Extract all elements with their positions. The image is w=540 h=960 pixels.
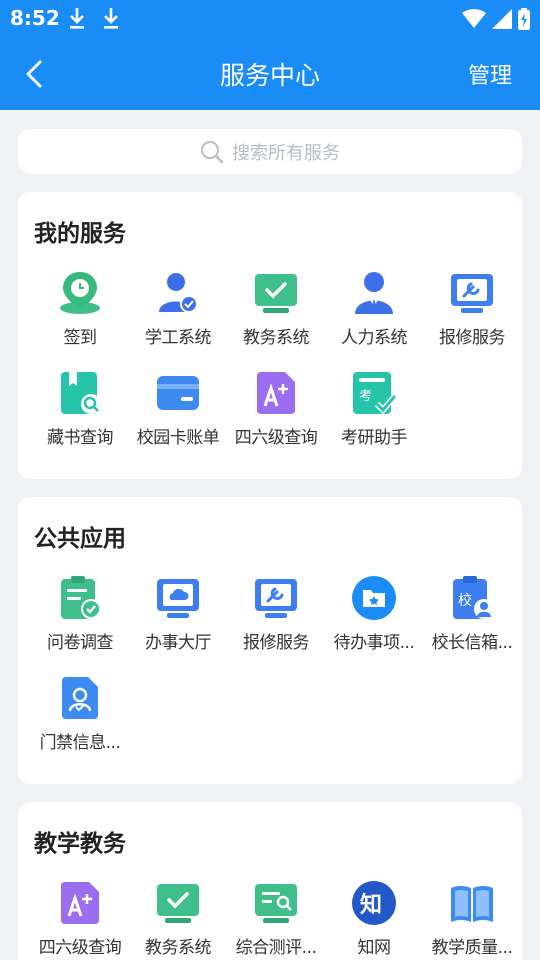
service-repair[interactable]: 报修服务 (423, 270, 521, 348)
service-label: 人力系统 (341, 328, 408, 348)
service-teaching-quality[interactable]: 教学质量... (423, 880, 521, 958)
service-access-control[interactable]: 门禁信息... (31, 675, 129, 753)
svg-text:考: 考 (359, 389, 372, 404)
service-cnki[interactable]: 知 知网 (325, 880, 423, 958)
service-label: 办事大厅 (145, 633, 212, 653)
exam-helper-icon: 考 (351, 370, 397, 416)
service-label: 藏书查询 (47, 428, 114, 448)
student-affairs-icon (155, 270, 201, 316)
academic-affairs-icon (155, 880, 201, 926)
campus-card-icon (155, 370, 201, 416)
service-survey[interactable]: 问卷调查 (31, 575, 129, 653)
service-cet-query[interactable]: 四六级查询 (31, 880, 129, 958)
service-hall-icon (155, 575, 201, 621)
section-teaching-affairs: 教学教务 四六级查询 教务系统 综合测评... 知 知网 教学质量... (18, 802, 522, 960)
service-hr-system[interactable]: 人力系统 (325, 270, 423, 348)
service-principal-mailbox[interactable]: 校 校长信箱... (423, 575, 521, 653)
signal-icon (492, 9, 512, 29)
service-student-affairs[interactable]: 学工系统 (129, 270, 227, 348)
hr-system-icon (351, 270, 397, 316)
repair-service-icon (449, 270, 495, 316)
service-label: 四六级查询 (234, 428, 318, 448)
svg-text:校: 校 (458, 592, 472, 609)
service-evaluation[interactable]: 综合测评... (227, 880, 325, 958)
service-todo[interactable]: 待办事项... (325, 575, 423, 653)
service-label: 教务系统 (145, 938, 212, 958)
service-cet-query[interactable]: 四六级查询 (227, 370, 325, 448)
access-control-icon (57, 675, 103, 721)
section-public-apps: 公共应用 问卷调查 办事大厅 报修服务 待办事项... 校 校长信箱... 门禁… (18, 497, 522, 784)
section-title: 公共应用 (34, 526, 126, 552)
teaching-quality-icon (449, 880, 495, 926)
manage-button[interactable]: 管理 (468, 58, 512, 90)
service-label: 考研助手 (341, 428, 408, 448)
section-my-services: 我的服务 签到 学工系统 教务系统 人力系统 报修服务 藏书查询 校园卡账单 四… (18, 192, 522, 479)
book-search-icon (57, 370, 103, 416)
app-header: 服务中心 管理 (0, 38, 540, 110)
status-bar: 8:52 (0, 0, 540, 38)
service-label: 问卷调查 (47, 633, 114, 653)
service-exam-helper[interactable]: 考 考研助手 (325, 370, 423, 448)
service-label: 教务系统 (243, 328, 310, 348)
service-repair[interactable]: 报修服务 (227, 575, 325, 653)
service-label: 待办事项... (333, 633, 415, 653)
checkin-location-icon (57, 270, 103, 316)
service-label: 四六级查询 (38, 938, 122, 958)
service-label: 知网 (357, 938, 392, 958)
service-label: 教学质量... (431, 938, 513, 958)
page-title: 服务中心 (219, 61, 320, 90)
search-bar[interactable]: 搜索所有服务 (18, 129, 522, 174)
service-label: 报修服务 (439, 328, 506, 348)
wifi-icon (462, 9, 486, 28)
service-label: 综合测评... (235, 938, 317, 958)
service-label: 校园卡账单 (136, 428, 220, 448)
svg-text:知: 知 (360, 892, 382, 918)
cet-query-icon (57, 880, 103, 926)
service-label: 校长信箱... (431, 633, 513, 653)
service-label: 学工系统 (145, 328, 212, 348)
search-icon (201, 140, 224, 163)
service-book-search[interactable]: 藏书查询 (31, 370, 129, 448)
search-placeholder: 搜索所有服务 (232, 142, 340, 164)
cnki-icon: 知 (351, 880, 397, 926)
service-academic-affairs[interactable]: 教务系统 (129, 880, 227, 958)
service-label: 报修服务 (243, 633, 310, 653)
todo-folder-icon (351, 575, 397, 621)
service-hall[interactable]: 办事大厅 (129, 575, 227, 653)
battery-icon (518, 8, 530, 30)
service-campus-card[interactable]: 校园卡账单 (129, 370, 227, 448)
section-title: 教学教务 (34, 831, 126, 857)
evaluation-icon (253, 880, 299, 926)
service-academic-affairs[interactable]: 教务系统 (227, 270, 325, 348)
survey-icon (57, 575, 103, 621)
service-label: 签到 (63, 328, 98, 348)
repair-service-icon (253, 575, 299, 621)
cet-query-icon (253, 370, 299, 416)
download-icon (70, 8, 84, 29)
service-label: 门禁信息... (39, 733, 121, 753)
download-icon (104, 8, 118, 29)
service-checkin[interactable]: 签到 (31, 270, 129, 348)
status-time: 8:52 (10, 6, 60, 30)
principal-mailbox-icon: 校 (449, 575, 495, 621)
section-title: 我的服务 (34, 221, 126, 247)
academic-affairs-icon (253, 270, 299, 316)
